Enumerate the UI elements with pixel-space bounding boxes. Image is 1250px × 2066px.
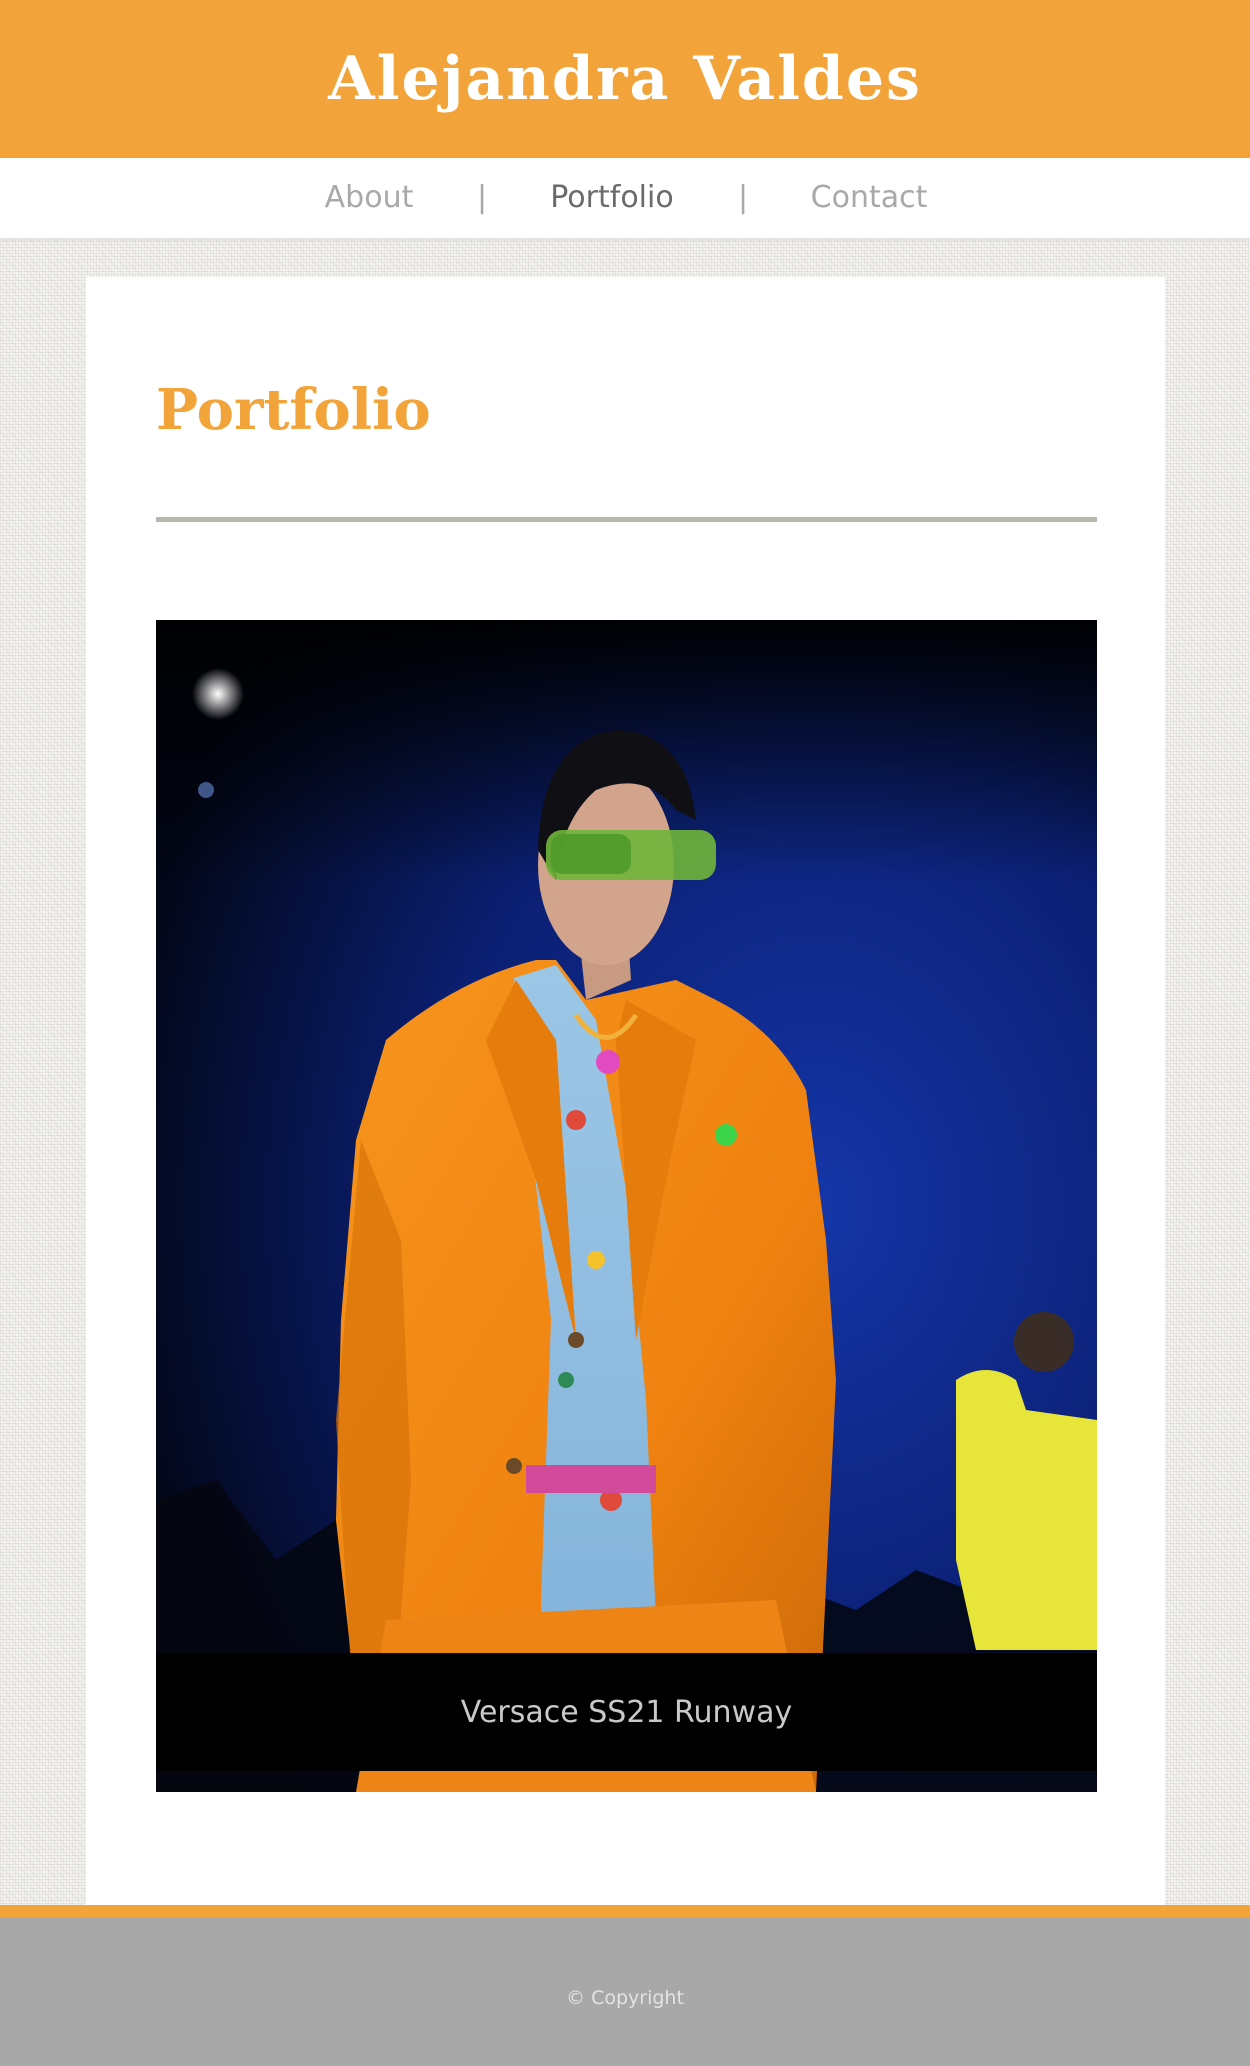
runway-photo — [156, 620, 1097, 1792]
site-footer: © Copyright — [0, 1905, 1250, 2066]
portfolio-image[interactable]: Versace SS21 Runway — [156, 620, 1097, 1792]
nav-link-portfolio[interactable]: Portfolio — [550, 158, 673, 238]
nav-link-contact[interactable]: Contact — [811, 158, 928, 238]
nav-separator: | — [476, 180, 488, 215]
nav-separator: | — [737, 180, 749, 215]
copyright-text: © Copyright — [566, 1986, 684, 2009]
site-title: Alejandra Valdes — [328, 44, 922, 114]
content-panel: Portfolio Versace SS21 Runway — [86, 277, 1165, 1905]
image-caption-bar: Versace SS21 Runway — [156, 1653, 1097, 1771]
main-nav: About | Portfolio | Contact — [0, 158, 1250, 239]
image-caption: Versace SS21 Runway — [460, 1694, 793, 1730]
page-title: Portfolio — [156, 377, 431, 443]
heading-divider — [156, 517, 1097, 522]
site-header: Alejandra Valdes — [0, 0, 1250, 158]
nav-link-about[interactable]: About — [325, 158, 414, 238]
